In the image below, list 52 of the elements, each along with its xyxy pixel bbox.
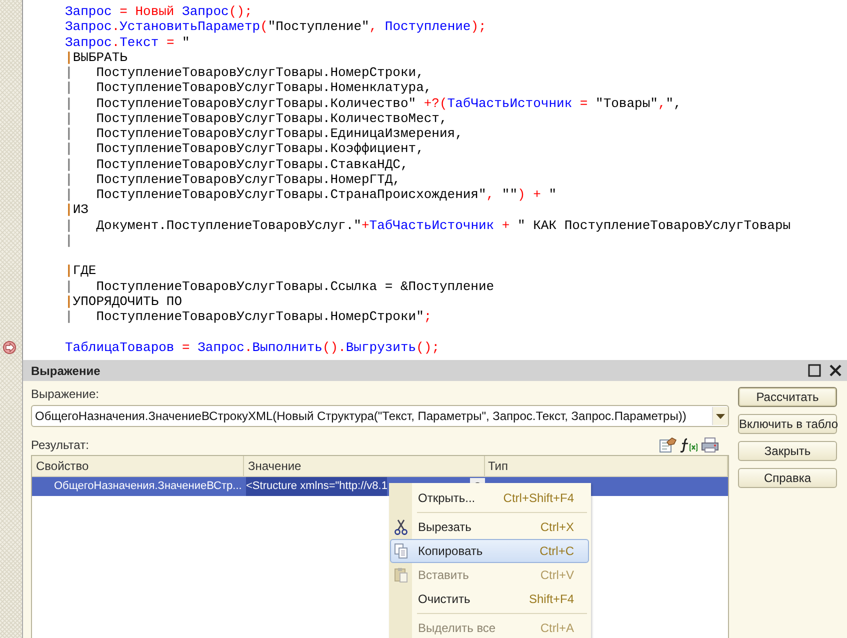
table-cell-text: ОбщегоНазначения.ЗначениеВСтр... — [54, 479, 242, 494]
shortcut-label: Ctrl+V — [540, 568, 575, 582]
expression-label: Выражение: — [31, 386, 100, 402]
code-line: | ПоступлениеТоваровУслугТовары.ЕдиницаИзмерения, — [65, 126, 464, 142]
menu-item[interactable]: Очистить Shift+F4 — [390, 587, 589, 611]
menu-item[interactable]: Копировать Ctrl+C — [390, 539, 589, 563]
column-header[interactable]: Свойство — [32, 456, 244, 476]
code-line: Запрос.УстановитьПараметр("Поступление", Поступление); — [65, 19, 488, 34]
code-line: | ПоступлениеТоваровУслугТовары.СтранаПроисхождения", "") + " — [65, 187, 558, 202]
scissors-icon — [394, 519, 408, 535]
dropdown-button[interactable] — [712, 407, 728, 425]
result-label: Результат: — [31, 437, 89, 453]
code-line: | ПоступлениеТоваровУслугТовары.НомерСтроки, — [65, 65, 425, 80]
caret-icon — [716, 414, 725, 418]
code-line: |ВЫБРАТЬ — [65, 50, 128, 65]
table-cell: <Structure xmlns="http://v8.1 — [246, 477, 388, 496]
dialog-button[interactable]: Закрыть — [738, 441, 837, 461]
shortcut-label: Ctrl+C — [540, 544, 575, 558]
column-header[interactable]: Тип — [485, 456, 728, 476]
code-line: Запрос.Текст = " — [65, 34, 191, 50]
code-line: | ПоступлениеТоваровУслугТовары.НомерГТД, — [65, 172, 402, 187]
code-line: | ПоступлениеТоваровУслугТовары.Номенклатура, — [65, 80, 433, 96]
shortcut-label: Ctrl+X — [540, 520, 575, 534]
dialog-button[interactable]: Включить в табло — [738, 414, 837, 434]
paste-icon — [394, 568, 408, 582]
code-line: | ПоступлениеТоваровУслугТовары.КоличествоМест, — [65, 110, 448, 126]
copy-icon — [394, 544, 408, 558]
maximize-icon[interactable] — [808, 364, 821, 377]
print-icon[interactable] — [701, 437, 719, 453]
code-line: ТаблицаТоваров = Запрос.Выполнить().Выгрузить(); — [65, 340, 440, 355]
code-line: | ПоступлениеТоваровУслугТовары.Ссылка = &Поступление — [65, 278, 496, 294]
close-icon[interactable] — [829, 364, 842, 377]
code-line: | ПоступлениеТоваровУслугТовары.Коэффициент, — [65, 141, 425, 156]
code-line: Запрос = Новый Запрос(); — [65, 4, 254, 20]
menu-item[interactable]: Вырезать Ctrl+X — [390, 515, 589, 539]
code-line: |ИЗ — [65, 202, 90, 218]
shortcut-label: Shift+F4 — [528, 592, 575, 606]
shortcut-label: Ctrl+A — [540, 621, 575, 635]
code-line: | ПоступлениеТоваровУслугТовары.СтавкаНДС, — [65, 156, 410, 172]
code-line: |УПОРЯДОЧИТЬ ПО — [65, 294, 184, 309]
expression-field[interactable]: ОбщегоНазначения.ЗначениеВСтрокуXML(Новый Структура("Текст, Параметры", Запрос.Текст, Запрос.Параметры)) — [31, 405, 729, 427]
code-line: | — [65, 232, 74, 248]
code-line: | ПоступлениеТоваровУслугТовары.НомерСтроки"; — [65, 309, 433, 324]
dialog-button[interactable]: Справка — [738, 468, 837, 488]
code-line: | Документ.ПоступлениеТоваровУслуг."+ТабЧастьИсточник + " КАК ПоступлениеТоваровУслугТовары — [65, 218, 791, 233]
window-title: Выражение — [31, 364, 100, 378]
dialog-button[interactable]: Рассчитать — [738, 387, 837, 407]
edit-hand-icon[interactable] — [659, 437, 677, 453]
function-icon[interactable] — [679, 437, 699, 453]
code-line: |ГДЕ — [65, 263, 98, 278]
code-line: | ПоступлениеТоваровУслугТовары.Количество" +?(ТабЧастьИсточник = "Товары",", — [65, 96, 682, 111]
column-header[interactable]: Значение — [244, 456, 485, 476]
